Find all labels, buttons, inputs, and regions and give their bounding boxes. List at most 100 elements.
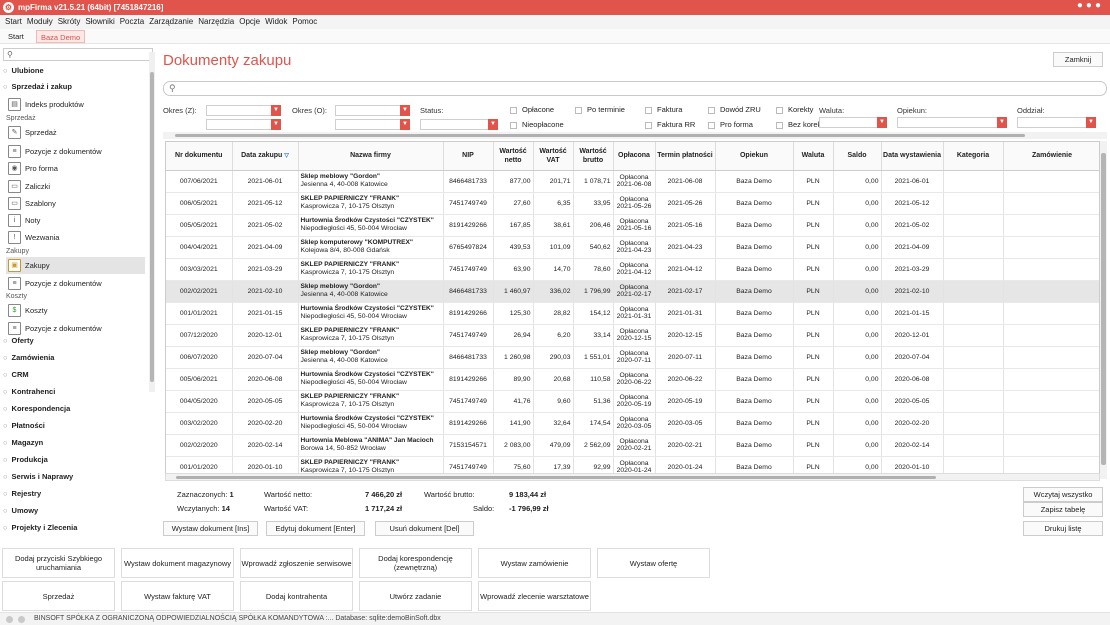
edit-document-button[interactable]: Edytuj dokument [Enter] (266, 521, 365, 536)
quick-correspondence-button[interactable]: Dodaj korespondencję (zewnętrzną) (359, 548, 472, 578)
col-nazwa-firmy[interactable]: Nazwa firmy (298, 142, 444, 171)
table-row[interactable]: 002/02/2021 2021-02-10 Sklep meblowy "Gord… (166, 280, 1099, 303)
okres-z-to-select[interactable]: ▼ (206, 119, 281, 130)
sidebar-section-umowy[interactable]: ○ Umowy (3, 504, 38, 518)
sidebar-item-noty[interactable]: i Noty (6, 212, 145, 229)
col-zamowienie[interactable]: Zamówienie (1003, 142, 1099, 171)
sidebar-item-sprzedaz[interactable]: ✎ Sprzedaż (6, 124, 145, 141)
table-row[interactable]: 001/01/2021 2021-01-15 Hurtownia Środków C… (166, 302, 1099, 325)
col-oplacona[interactable]: Opłacona (613, 142, 656, 171)
okres-o-to-select[interactable]: ▼ (335, 119, 410, 130)
sidebar-section-zamowienia[interactable]: ○ Zamówienia (3, 351, 54, 365)
table-row[interactable]: 005/05/2021 2021-05-02 Hurtownia Środków C… (166, 214, 1099, 237)
okres-z-from-select[interactable]: ▼ (206, 105, 281, 116)
table-row[interactable]: 004/05/2020 2020-05-05 SKLEP PAPIERNICZY "… (166, 390, 1099, 413)
table-row[interactable]: 003/02/2020 2020-02-20 Hurtownia Środków C… (166, 412, 1099, 435)
filter-nieoplacone[interactable]: Nieopłacone (510, 120, 564, 130)
sidebar-item-koszty[interactable]: $ Koszty (6, 302, 145, 319)
table-row[interactable]: 003/03/2021 2021-03-29 SKLEP PAPIERNICZY "… (166, 258, 1099, 281)
window-controls[interactable]: ●●● (1077, 0, 1104, 11)
col-termin[interactable]: Termin płatności (655, 142, 716, 171)
menu-zarzadzanie[interactable]: Zarządzanie (149, 15, 193, 29)
col-netto[interactable]: Wartość netto (493, 142, 534, 171)
opiekun-select[interactable]: ▼ (897, 117, 1007, 128)
filter-faktura[interactable]: Faktura (645, 105, 682, 115)
table-row[interactable]: 006/05/2021 2021-05-12 SKLEP PAPIERNICZY "… (166, 192, 1099, 215)
quick-add-contractor-button[interactable]: Dodaj kontrahenta (240, 581, 353, 611)
col-waluta[interactable]: Waluta (793, 142, 834, 171)
table-row[interactable]: 007/06/2021 2021-06-01 Sklep meblowy "Gord… (166, 170, 1099, 193)
sidebar-item-pro-forma[interactable]: ◉ Pro forma (6, 160, 145, 177)
sidebar-section-produkcja[interactable]: ○ Produkcja (3, 453, 48, 467)
menu-skroty[interactable]: Skróty (58, 15, 81, 29)
col-nr[interactable]: Nr dokumentu (166, 142, 233, 171)
sidebar-section-serwis[interactable]: ○ Serwis i Naprawy (3, 470, 73, 484)
quick-create-task-button[interactable]: Utwórz zadanie (359, 581, 472, 611)
table-vertical-scrollbar[interactable] (1100, 141, 1107, 479)
sidebar-section-korespondencja[interactable]: ○ Korespondencja (3, 402, 70, 416)
status-select[interactable]: ▼ (420, 119, 498, 130)
load-all-button[interactable]: Wczytaj wszystko (1023, 487, 1103, 502)
quick-offer-button[interactable]: Wystaw ofertę (597, 548, 710, 578)
sidebar-section-ulubione[interactable]: ○ Ulubione (3, 64, 44, 78)
sidebar-item-indeks[interactable]: ▤ Indeks produktów (6, 96, 145, 113)
sidebar-item-wezwania[interactable]: ! Wezwania (6, 229, 145, 246)
quick-add-shortcuts-button[interactable]: Dodaj przyciski Szybkiego uruchamiania (2, 548, 115, 578)
table-row[interactable]: 006/07/2020 2020-07-04 Sklep meblowy "Gord… (166, 346, 1099, 369)
menu-moduly[interactable]: Moduły (27, 15, 53, 29)
table-row[interactable]: 005/06/2021 2020-06-08 Hurtownia Środków C… (166, 368, 1099, 391)
quick-service-request-button[interactable]: Wprowadź zgłoszenie serwisowe (240, 548, 353, 578)
quick-vat-invoice-button[interactable]: Wystaw fakturę VAT (121, 581, 234, 611)
quick-order-button[interactable]: Wystaw zamówienie (478, 548, 591, 578)
sidebar-section-kontrahenci[interactable]: ○ Kontrahenci (3, 385, 55, 399)
menu-narzedzia[interactable]: Narzędzia (198, 15, 234, 29)
filter-po-terminie[interactable]: Po terminie (575, 105, 625, 115)
sidebar-item-pozycje-zakupy[interactable]: ≡ Pozycje z dokumentów (6, 275, 145, 292)
quick-sales-button[interactable]: Sprzedaż (2, 581, 115, 611)
delete-document-button[interactable]: Usuń dokument [Del] (375, 521, 474, 536)
filter-bez-korekt[interactable]: Bez korekt (776, 120, 823, 130)
col-data-wystawienia[interactable]: Data wystawienia (881, 142, 944, 171)
filter-oplacone[interactable]: Opłacone (510, 105, 554, 115)
okres-o-from-select[interactable]: ▼ (335, 105, 410, 116)
filter-dowod-zru[interactable]: Dowód ZRU (708, 105, 761, 115)
sidebar-item-szablony[interactable]: ▭ Szablony (6, 195, 145, 212)
sidebar-item-zakupy[interactable]: ▣ Zakupy (6, 257, 145, 274)
filter-korekty[interactable]: Korekty (776, 105, 813, 115)
tab-start[interactable]: Start (4, 30, 28, 43)
save-table-button[interactable]: Zapisz tabelę (1023, 502, 1103, 517)
menu-pomoc[interactable]: Pomoc (292, 15, 317, 29)
filter-pro-forma[interactable]: Pro forma (708, 120, 753, 130)
col-data-zakupu[interactable]: Data zakupu ▽ (232, 142, 299, 171)
col-vat[interactable]: Wartość VAT (533, 142, 574, 171)
sidebar-search-input[interactable]: ⚲ (3, 48, 153, 61)
table-row[interactable]: 002/02/2020 2020-02-14 Hurtownia Meblowa "… (166, 434, 1099, 457)
sidebar-section-oferty[interactable]: ○ Oferty (3, 334, 34, 348)
filter-faktura-rr[interactable]: Faktura RR (645, 120, 695, 130)
sidebar-scrollbar[interactable] (149, 52, 155, 392)
sidebar-section-rejestry[interactable]: ○ Rejestry (3, 487, 41, 501)
table-horizontal-scrollbar[interactable] (165, 473, 1100, 481)
menu-start[interactable]: Start (5, 15, 22, 29)
sidebar-item-zaliczki[interactable]: ▭ Zaliczki (6, 178, 145, 195)
tab-baza-demo[interactable]: Baza Demo (36, 30, 86, 43)
col-brutto[interactable]: Wartość brutto (573, 142, 614, 171)
sidebar-section-platnosci[interactable]: ○ Płatności (3, 419, 45, 433)
menu-slowniki[interactable]: Słowniki (85, 15, 114, 29)
sidebar-section-magazyn[interactable]: ○ Magazyn (3, 436, 43, 450)
col-kategoria[interactable]: Kategoria (943, 142, 1004, 171)
table-row[interactable]: 004/04/2021 2021-04-09 Sklep komputerowy "… (166, 236, 1099, 259)
filter-scrollbar[interactable] (163, 132, 1107, 139)
sidebar-item-pozycje-sprzedaz[interactable]: ≡ Pozycje z dokumentów (6, 143, 145, 160)
quick-warehouse-doc-button[interactable]: Wystaw dokument magazynowy (121, 548, 234, 578)
close-button[interactable]: Zamknij (1053, 52, 1103, 67)
menu-widok[interactable]: Widok (265, 15, 287, 29)
sidebar-section-sprzedaz-zakup[interactable]: ○ Sprzedaż i zakup (3, 80, 72, 94)
col-opiekun[interactable]: Opiekun (715, 142, 794, 171)
menu-opcje[interactable]: Opcje (239, 15, 260, 29)
oddzial-select[interactable]: ▼ (1017, 117, 1096, 128)
menu-poczta[interactable]: Poczta (120, 15, 144, 29)
main-search-input[interactable]: ⚲ (163, 81, 1107, 96)
waluta-select[interactable]: ▼ (819, 117, 887, 128)
sidebar-section-crm[interactable]: ○ CRM (3, 368, 29, 382)
